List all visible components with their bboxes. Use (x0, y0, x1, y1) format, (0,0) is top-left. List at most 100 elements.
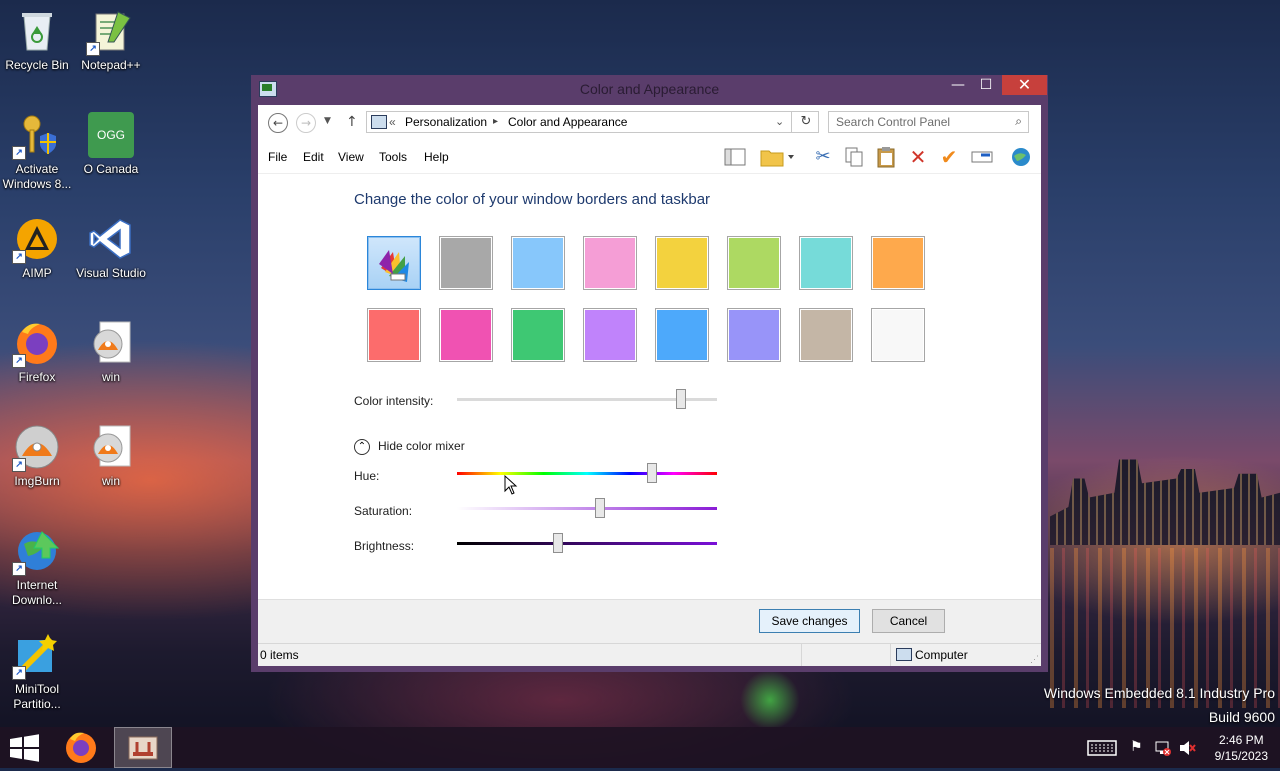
maximize-button[interactable]: ☐ (973, 75, 999, 95)
globe-download-icon: ↗ (12, 528, 60, 576)
saturation-slider[interactable] (457, 498, 717, 518)
save-changes-button[interactable]: Save changes (759, 609, 860, 633)
close-button[interactable]: ✕ (1002, 75, 1047, 95)
desktop-icon-minitool[interactable]: ↗ MiniTool Partitio... (1, 632, 73, 712)
address-overflow-chevron[interactable]: « (389, 115, 396, 129)
color-swatch[interactable] (439, 236, 493, 290)
menu-file[interactable]: File (268, 150, 287, 164)
ogg-file-icon: OGG (88, 112, 134, 158)
up-arrow-icon[interactable]: ↑ (346, 114, 358, 130)
control-panel-icon (371, 115, 387, 129)
back-button[interactable]: ← (268, 113, 288, 133)
desktop-icon-label: win (101, 474, 120, 488)
refresh-button[interactable]: ↻ (791, 112, 820, 132)
color-swatch[interactable] (655, 308, 709, 362)
saturation-slider-thumb[interactable] (595, 498, 605, 518)
brightness-slider-thumb[interactable] (553, 533, 563, 553)
disc-image-icon (88, 424, 134, 470)
cancel-button[interactable]: Cancel (872, 609, 945, 633)
desktop-icon-firefox[interactable]: ↗ Firefox (1, 320, 73, 385)
layout-pane-icon[interactable] (724, 146, 746, 168)
taskbar-control-panel[interactable] (114, 727, 172, 768)
color-swatch[interactable] (583, 308, 637, 362)
color-swatch[interactable] (727, 308, 781, 362)
hide-color-mixer-toggle[interactable]: Hide color mixer (378, 439, 465, 453)
new-folder-icon[interactable] (760, 146, 794, 168)
color-swatch[interactable] (583, 236, 637, 290)
search-input[interactable]: Search Control Panel ⌕ (828, 111, 1029, 133)
clock-time: 2:46 PM (1218, 733, 1264, 747)
menu-edit[interactable]: Edit (303, 150, 324, 164)
taskbar-firefox[interactable] (58, 727, 104, 768)
hue-slider[interactable] (457, 463, 717, 483)
desktop-icon-o-canada[interactable]: OGG O Canada (75, 112, 147, 177)
taskbar-clock[interactable]: 2:46 PM 9/15/2023 (1215, 732, 1268, 764)
address-bar[interactable]: « Personalization ▸ Color and Appearance… (366, 111, 819, 133)
desktop-icon-internet-download[interactable]: ↗ Internet Downlo... (1, 528, 73, 608)
menu-view[interactable]: View (338, 150, 364, 164)
desktop-icon-win-1[interactable]: win (75, 320, 147, 385)
desktop-icon-label: ImgBurn (14, 474, 60, 488)
network-status-icon[interactable] (1154, 739, 1172, 761)
color-swatch[interactable] (439, 308, 493, 362)
saturation-label: Saturation: (354, 504, 413, 518)
rename-icon[interactable] (971, 146, 993, 168)
address-dropdown-icon[interactable]: ⌄ (775, 115, 784, 128)
paste-icon[interactable] (875, 146, 897, 168)
resize-grip-icon[interactable]: ⋰ (1030, 654, 1039, 665)
color-swatch[interactable] (799, 236, 853, 290)
custom-color-swatch[interactable] (367, 236, 421, 290)
delete-icon[interactable]: ✕ (907, 146, 929, 168)
start-button[interactable] (0, 727, 48, 768)
dialog-footer: Save changes Cancel (258, 599, 1041, 644)
intensity-slider[interactable] (457, 389, 717, 409)
recent-pages-dropdown[interactable]: ▼ (324, 116, 331, 126)
color-swatch[interactable] (655, 236, 709, 290)
title-bar[interactable]: Color and Appearance — ☐ ✕ (251, 75, 1048, 105)
desktop-icon-activate-windows[interactable]: ↗ Activate Windows 8... (1, 112, 73, 192)
cut-icon[interactable]: ✂ (812, 146, 834, 168)
desktop-icon-imgburn[interactable]: ↗ ImgBurn (1, 424, 73, 489)
build-watermark: Build 9600 (1208, 709, 1275, 725)
menu-bar: File Edit View Tools Help ✂ ✕ ✔ (258, 139, 1041, 174)
desktop-icon-notepadpp[interactable]: ↗ Notepad++ (75, 8, 147, 73)
desktop-icon-win-2[interactable]: win (75, 424, 147, 489)
volume-muted-icon[interactable] (1178, 739, 1196, 761)
ogg-badge: OGG (96, 128, 125, 142)
breadcrumb-color-appearance[interactable]: Color and Appearance (508, 115, 627, 129)
color-swatch[interactable] (799, 308, 853, 362)
color-swatch[interactable] (367, 308, 421, 362)
desktop-icon-visual-studio[interactable]: Visual Studio (75, 216, 147, 281)
color-appearance-window: Color and Appearance — ☐ ✕ ← → ▼ ↑ « Per… (251, 75, 1048, 672)
window-client-area: ← → ▼ ↑ « Personalization ▸ Color and Ap… (258, 105, 1041, 666)
color-swatch[interactable] (511, 308, 565, 362)
minimize-button[interactable]: — (945, 75, 971, 95)
network-globe-icon[interactable] (1010, 146, 1032, 168)
breadcrumb-personalization[interactable]: Personalization (405, 115, 487, 129)
menu-help[interactable]: Help (424, 150, 449, 164)
forward-button[interactable]: → (296, 113, 316, 133)
brightness-slider[interactable] (457, 533, 717, 553)
action-center-flag-icon[interactable]: ⚑ (1130, 739, 1143, 755)
desktop-icon-recycle-bin[interactable]: Recycle Bin (1, 8, 73, 73)
breadcrumb-separator-icon[interactable]: ▸ (493, 116, 498, 127)
status-item-count: 0 items (260, 648, 299, 662)
desktop-icon-label: Firefox (18, 370, 56, 384)
properties-check-icon[interactable]: ✔ (938, 146, 960, 168)
search-icon[interactable]: ⌕ (1015, 114, 1022, 129)
copy-icon[interactable] (843, 146, 865, 168)
shortcut-arrow-icon: ↗ (12, 666, 26, 680)
hue-slider-thumb[interactable] (647, 463, 657, 483)
touch-keyboard-icon[interactable] (1087, 739, 1117, 761)
intensity-slider-thumb[interactable] (676, 389, 686, 409)
color-swatch[interactable] (871, 308, 925, 362)
color-swatch[interactable] (511, 236, 565, 290)
collapse-chevron-icon[interactable]: ⌃ (354, 439, 370, 455)
status-location: Computer (915, 648, 968, 662)
shortcut-arrow-icon: ↗ (12, 354, 26, 368)
desktop-icon-aimp[interactable]: ↗ AIMP (1, 216, 73, 281)
color-swatch[interactable] (727, 236, 781, 290)
menu-tools[interactable]: Tools (379, 150, 407, 164)
color-swatch[interactable] (871, 236, 925, 290)
desktop-icon-label: win (101, 370, 120, 384)
